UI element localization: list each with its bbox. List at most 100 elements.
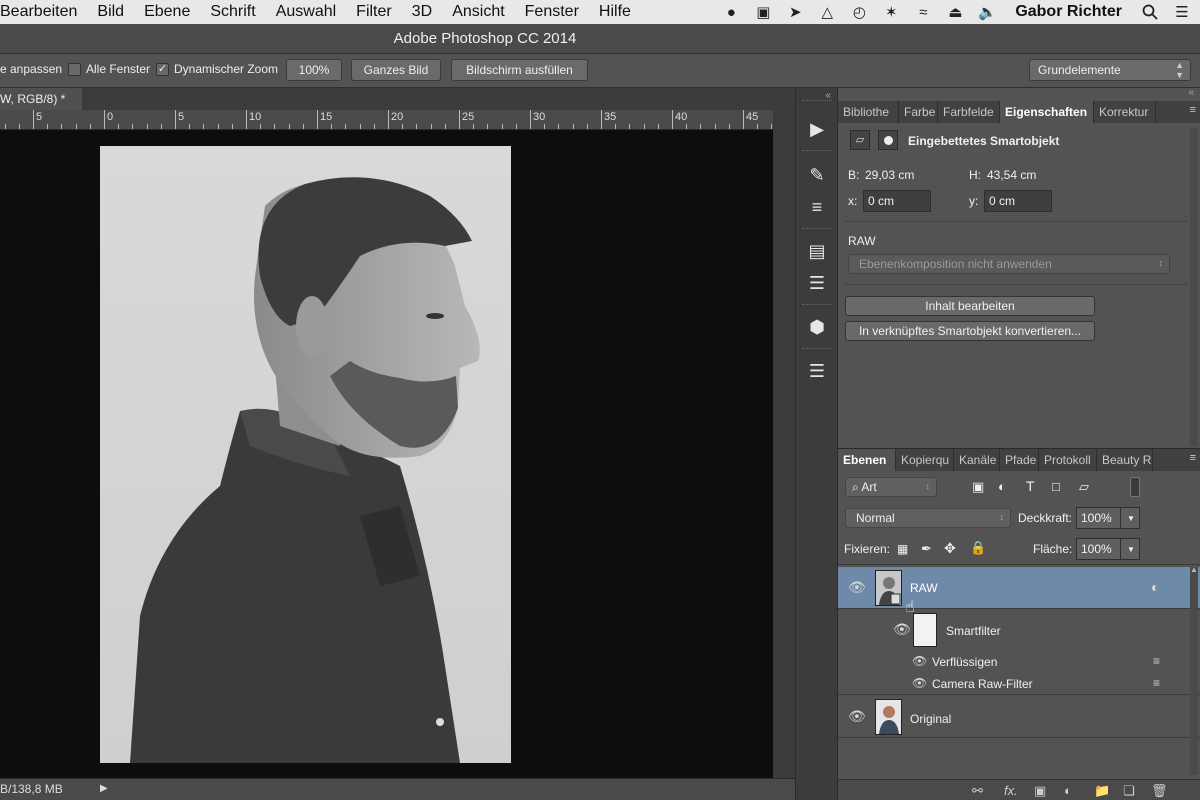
dynamic-zoom-checkbox[interactable]: ✓ [156,63,169,76]
layer-filter-select[interactable]: ⌕ Art ↕ [845,477,937,497]
visibility-eye-icon[interactable]: 👁 [912,654,927,668]
layer-row-original[interactable]: 👁 Original [838,696,1200,738]
panel-menu-icon[interactable]: ≡ [1190,104,1196,116]
spotlight-search-icon[interactable] [1140,4,1160,20]
lock-position-icon[interactable]: ✥ [944,540,956,557]
tab-ebenen[interactable]: Ebenen [838,449,896,471]
filter-smart-object-icon[interactable]: ▱ [1079,479,1089,495]
filter-name-verfluessigen[interactable]: Verflüssigen [932,655,997,669]
dock-grip[interactable] [802,150,832,153]
lock-image-pixels-icon[interactable]: ✒ [921,541,932,557]
lock-all-icon[interactable]: 🔒 [970,540,986,556]
tab-pfade[interactable]: Pfade [1000,449,1039,471]
airplay-icon[interactable]: △ [817,4,837,21]
visibility-eye-icon[interactable]: 👁 [848,708,866,725]
menu-hilfe[interactable]: Hilfe [589,3,641,21]
paragraph-panel-icon[interactable]: ☰ [802,268,832,298]
actions-play-icon[interactable]: ▶ [802,114,832,144]
tab-kanaele[interactable]: Kanäle [954,449,1000,471]
opacity-dropdown-icon[interactable]: ▼ [1120,507,1140,529]
menu-bearbeiten[interactable]: Bearbeiten [0,3,87,21]
properties-scrollbar[interactable] [1190,128,1198,446]
panel-menu-icon[interactable]: ≡ [1190,452,1196,464]
layer-row-smartfilter[interactable]: 👁 Smartfilter [838,609,1200,651]
time-machine-icon[interactable]: ◴ [849,4,869,21]
filter-name-camera-raw[interactable]: Camera Raw-Filter [932,677,1033,691]
document-canvas[interactable] [0,130,773,778]
menu-filter[interactable]: Filter [346,3,402,21]
link-layers-icon[interactable]: ⚯ [972,783,983,799]
screen-share-icon[interactable]: ▣ [753,4,773,21]
document-tab[interactable]: W, RGB/8) * [0,88,82,110]
menu-auswahl[interactable]: Auswahl [266,3,346,21]
user-name[interactable]: Gabor Richter [1015,3,1122,21]
visibility-eye-icon[interactable]: 👁 [912,676,927,690]
convert-to-linked-button[interactable]: In verknüpftes Smartobjekt konvertieren.… [845,321,1095,341]
fill-dropdown-icon[interactable]: ▼ [1120,538,1140,560]
visibility-eye-icon[interactable]: 👁 [893,621,911,638]
layer-row-raw[interactable]: 👁 RAW ◐ ☝ [838,567,1200,616]
layers-scrollbar[interactable]: ▲ [1190,565,1198,775]
dock-grip[interactable] [802,348,832,351]
filter-type-layer-icon[interactable]: T [1026,478,1035,494]
dock-grip[interactable] [802,100,832,103]
fill-screen-button[interactable]: Bildschirm ausfüllen [451,59,588,81]
tab-farbfelder[interactable]: Farbfelde [938,101,1000,123]
portrait-photo[interactable] [100,146,511,763]
all-windows-checkbox[interactable] [68,63,81,76]
smart-filter-indicator-icon[interactable]: ◐ [1151,579,1159,595]
x-position-input[interactable]: 0 cm [863,190,931,212]
fit-screen-button[interactable]: Ganzes Bild [351,59,441,81]
menu-ansicht[interactable]: Ansicht [442,3,514,21]
delete-layer-icon[interactable]: 🗑 [1151,783,1168,799]
new-group-icon[interactable]: 📁 [1094,783,1110,799]
volume-icon[interactable]: 🔈 [977,4,997,21]
lock-transparent-pixels-icon[interactable]: ▦ [897,542,908,556]
brush-icon[interactable]: ✎ [802,160,832,190]
dock-grip[interactable] [802,304,832,307]
tab-farbe[interactable]: Farbe [899,101,938,123]
height-value[interactable]: 43,54 cm [987,168,1036,182]
scroll-up-icon[interactable]: ▲ [1190,565,1198,574]
filter-toggle-switch[interactable] [1130,477,1140,497]
filter-shape-layer-icon[interactable]: □ [1052,479,1060,494]
tab-eigenschaften[interactable]: Eigenschaften [1000,101,1094,123]
horizontal-ruler[interactable]: 5 0 5 10 15 20 25 30 35 40 45 [0,110,775,130]
width-value[interactable]: 29,03 cm [865,168,914,182]
filter-row-verfluessigen[interactable]: 👁 Verflüssigen ≡ [838,651,1200,673]
filter-adjustment-layer-icon[interactable]: ◐ [998,479,1006,494]
visibility-eye-icon[interactable]: 👁 [848,579,866,596]
tab-beauty-retusche[interactable]: Beauty R [1097,449,1153,471]
layer-style-fx-icon[interactable]: fx. [1004,783,1018,798]
y-position-input[interactable]: 0 cm [984,190,1052,212]
collapse-panels-icon[interactable]: « [1188,87,1194,98]
dock-grip[interactable] [802,228,832,231]
tab-bibliotheken[interactable]: Bibliothe [838,101,899,123]
smartfilter-label[interactable]: Smartfilter [946,624,1001,638]
notification-center-icon[interactable]: ☰ [1172,4,1192,21]
vertical-scrollbar[interactable] [773,110,795,778]
brush-presets-icon[interactable]: ≡ [802,192,832,222]
blend-mode-select[interactable]: Normal ↕ [845,508,1011,528]
zoom-100-button[interactable]: 100% [286,59,342,81]
layer-comps-icon[interactable]: ☰ [802,356,832,386]
fit-windows-label[interactable]: e anpassen [0,62,62,76]
hat-icon[interactable]: ● [721,4,741,21]
layer-name-raw[interactable]: RAW [910,581,938,595]
tab-kopierquelle[interactable]: Kopierqu [896,449,954,471]
new-adjustment-layer-icon[interactable]: ◐ [1064,783,1072,798]
character-panel-icon[interactable]: ▤ [802,236,832,266]
layer-comp-select[interactable]: Ebenenkomposition nicht anwenden ↕ [848,254,1170,274]
fill-input[interactable]: 100% [1076,538,1122,560]
filter-blending-options-icon[interactable]: ≡ [1153,654,1160,668]
3d-cube-icon[interactable]: ⬢ [802,312,832,342]
menu-bild[interactable]: Bild [87,3,134,21]
filter-row-camera-raw[interactable]: 👁 Camera Raw-Filter ≡ [838,673,1200,695]
status-menu-arrow-icon[interactable]: ▶ [100,783,108,794]
eject-icon[interactable]: ⏏ [945,4,965,21]
bluetooth-icon[interactable]: ✶ [881,4,901,21]
edit-contents-button[interactable]: Inhalt bearbeiten [845,296,1095,316]
workspace-select[interactable]: Grundelemente ▲ ▼ [1029,59,1191,81]
menu-schrift[interactable]: Schrift [200,3,265,21]
menu-ebene[interactable]: Ebene [134,3,200,21]
